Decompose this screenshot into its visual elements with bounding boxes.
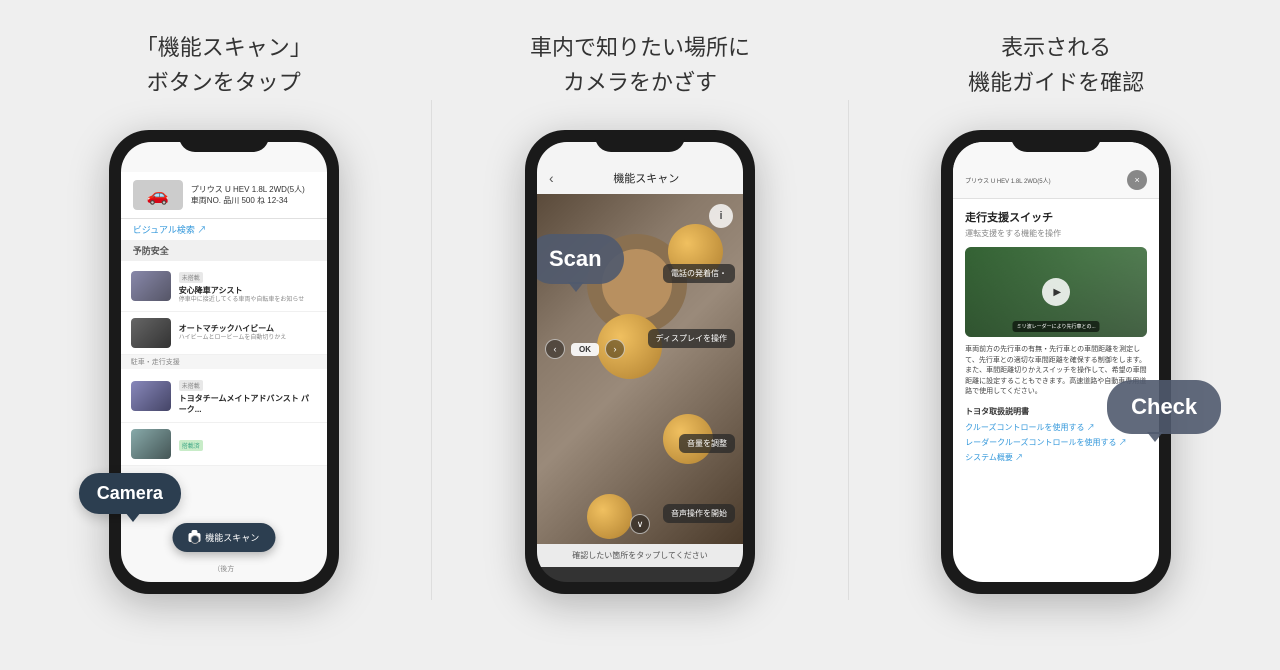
divider-1 <box>431 100 432 600</box>
phone-notch-2 <box>595 130 685 152</box>
chevron-down-icon[interactable]: ∨ <box>630 514 650 534</box>
video-thumbnail[interactable]: ▶ ミリ波レーダーにより先行車との... <box>965 247 1147 337</box>
scan-bottom-text: 確認したい箇所をタップしてください <box>537 544 743 567</box>
feature-info-4: 搭載済 <box>179 435 317 453</box>
phone-screen-2: ‹ 機能スキャン i 電 <box>537 142 743 582</box>
car-image: 🚗 <box>133 180 183 210</box>
camera-scan-button[interactable]: 機能スキャン <box>172 523 275 552</box>
feature-info-3: 未搭載 トヨタチームメイトアドバンスト パーク... <box>179 375 317 416</box>
car-text: プリウス U HEV 1.8L 2WD(5人) 車両NO. 品川 500 ね 1… <box>191 184 305 206</box>
feature-desc-2: ハイビームとロービームを自動切りかえ <box>179 335 317 343</box>
check-bubble: Check <box>1107 380 1221 434</box>
manual-link-3[interactable]: システム概要 ↗ <box>965 452 1147 463</box>
feature-name-1: 安心降車アシスト <box>179 285 317 296</box>
section-1-title: 「機能スキャン」 ボタンをタップ <box>136 30 312 100</box>
car-info: 🚗 プリウス U HEV 1.8L 2WD(5人) 車両NO. 品川 500 ね… <box>121 172 327 219</box>
feature-info-2: オートマチックハイビーム ハイビームとロービームを自動切りかえ <box>179 323 317 343</box>
scan-bubble: Scan <box>537 234 624 284</box>
guide-subtitle: 運転支援をする機能を操作 <box>965 228 1147 239</box>
radar-label: ミリ波レーダーにより先行車との... <box>1013 321 1100 332</box>
camera-bubble: Camera <box>79 473 181 514</box>
close-button[interactable]: × <box>1127 170 1147 190</box>
ok-button[interactable]: OK <box>571 343 599 356</box>
divider-2 <box>848 100 849 600</box>
feature-desc-1: 停車中に接近してくる車両や自転車をお知らせ <box>179 297 317 305</box>
guide-car-info: プリウス U HEV 1.8L 2WD(5人) <box>965 176 1123 185</box>
phone-frame-2: ‹ 機能スキャン i 電 <box>525 130 755 594</box>
feature-thumb-4 <box>131 429 171 459</box>
section-2: 車内で知りたい場所に カメラをかざす ‹ 機能スキャン <box>440 30 840 594</box>
feature-name-3: トヨタチームメイトアドバンスト パーク... <box>179 393 317 415</box>
feature-item-1[interactable]: 未搭載 安心降車アシスト 停車中に接近してくる車両や自転車をお知らせ <box>121 261 327 312</box>
overlay-label-4: 音声操作を開始 <box>663 504 735 523</box>
feature-badge-3: 未搭載 <box>179 380 203 391</box>
section-2-title: 車内で知りたい場所に カメラをかざす <box>530 30 750 100</box>
feature-badge-1: 未搭載 <box>179 272 203 283</box>
feature-item-4[interactable]: 搭載済 <box>121 423 327 466</box>
visual-search-link[interactable]: ビジュアル検索 ↗ <box>121 219 327 240</box>
phone-notch-3 <box>1011 130 1101 152</box>
phone-frame-3: プリウス U HEV 1.8L 2WD(5人) × 走行支援スイッチ 運転支援を… <box>941 130 1171 594</box>
overlay-label-2: ディスプレイを操作 <box>648 329 735 348</box>
guide-title: 走行支援スイッチ <box>965 209 1147 225</box>
overlay-label-1: 電話の発着信・ <box>663 264 735 283</box>
safety-section-header: 予防安全 <box>121 240 327 261</box>
feature-badge-4: 搭載済 <box>179 440 203 451</box>
info-button[interactable]: i <box>709 204 733 228</box>
arrow-left[interactable]: ‹ <box>545 339 565 359</box>
feature-thumb-3 <box>131 381 171 411</box>
footer-text: （後方 <box>213 564 234 574</box>
arrow-right[interactable]: › <box>605 339 625 359</box>
phone-screen-3: プリウス U HEV 1.8L 2WD(5人) × 走行支援スイッチ 運転支援を… <box>953 142 1159 582</box>
scan-header-title: 機能スキャン <box>562 170 731 186</box>
page-wrapper: 「機能スキャン」 ボタンをタップ 🚗 プリウス U HEV 1.8L 2WD(5… <box>0 0 1280 670</box>
guide-content: 走行支援スイッチ 運転支援をする機能を操作 ▶ ミリ波レーダーにより先行車との.… <box>953 199 1159 477</box>
section-3: 表示される 機能ガイドを確認 プリウス U HEV 1.8L 2WD(5人) ×… <box>856 30 1256 594</box>
section-3-title: 表示される 機能ガイドを確認 <box>968 30 1144 100</box>
section-1: 「機能スキャン」 ボタンをタップ 🚗 プリウス U HEV 1.8L 2WD(5… <box>24 30 424 594</box>
overlay-label-3: 音量を調整 <box>679 434 735 453</box>
phone-screen-1: 🚗 プリウス U HEV 1.8L 2WD(5人) 車両NO. 品川 500 ね… <box>121 142 327 582</box>
golden-button-4[interactable] <box>587 494 632 539</box>
feature-info-1: 未搭載 安心降車アシスト 停車中に接近してくる車両や自転車をお知らせ <box>179 267 317 305</box>
feature-thumb-2 <box>131 318 171 348</box>
back-button[interactable]: ‹ <box>549 170 554 186</box>
feature-item-2[interactable]: オートマチックハイビーム ハイビームとロービームを自動切りかえ <box>121 312 327 355</box>
parking-section-label: 駐車・走行支援 <box>121 355 327 369</box>
feature-name-2: オートマチックハイビーム <box>179 323 317 334</box>
camera-icon <box>188 533 200 542</box>
phone-notch-1 <box>179 130 269 152</box>
phone-frame-1: 🚗 プリウス U HEV 1.8L 2WD(5人) 車両NO. 品川 500 ね… <box>109 130 339 594</box>
nav-arrows: ‹ OK › <box>545 339 625 359</box>
play-button-icon[interactable]: ▶ <box>1042 278 1070 306</box>
manual-link-2[interactable]: レーダークルーズコントロールを使用する ↗ <box>965 437 1147 448</box>
feature-item-3[interactable]: 未搭載 トヨタチームメイトアドバンスト パーク... <box>121 369 327 423</box>
camera-view: i 電話の発着信・ ディスプレイを操作 ‹ OK › <box>537 194 743 544</box>
feature-thumb-1 <box>131 271 171 301</box>
